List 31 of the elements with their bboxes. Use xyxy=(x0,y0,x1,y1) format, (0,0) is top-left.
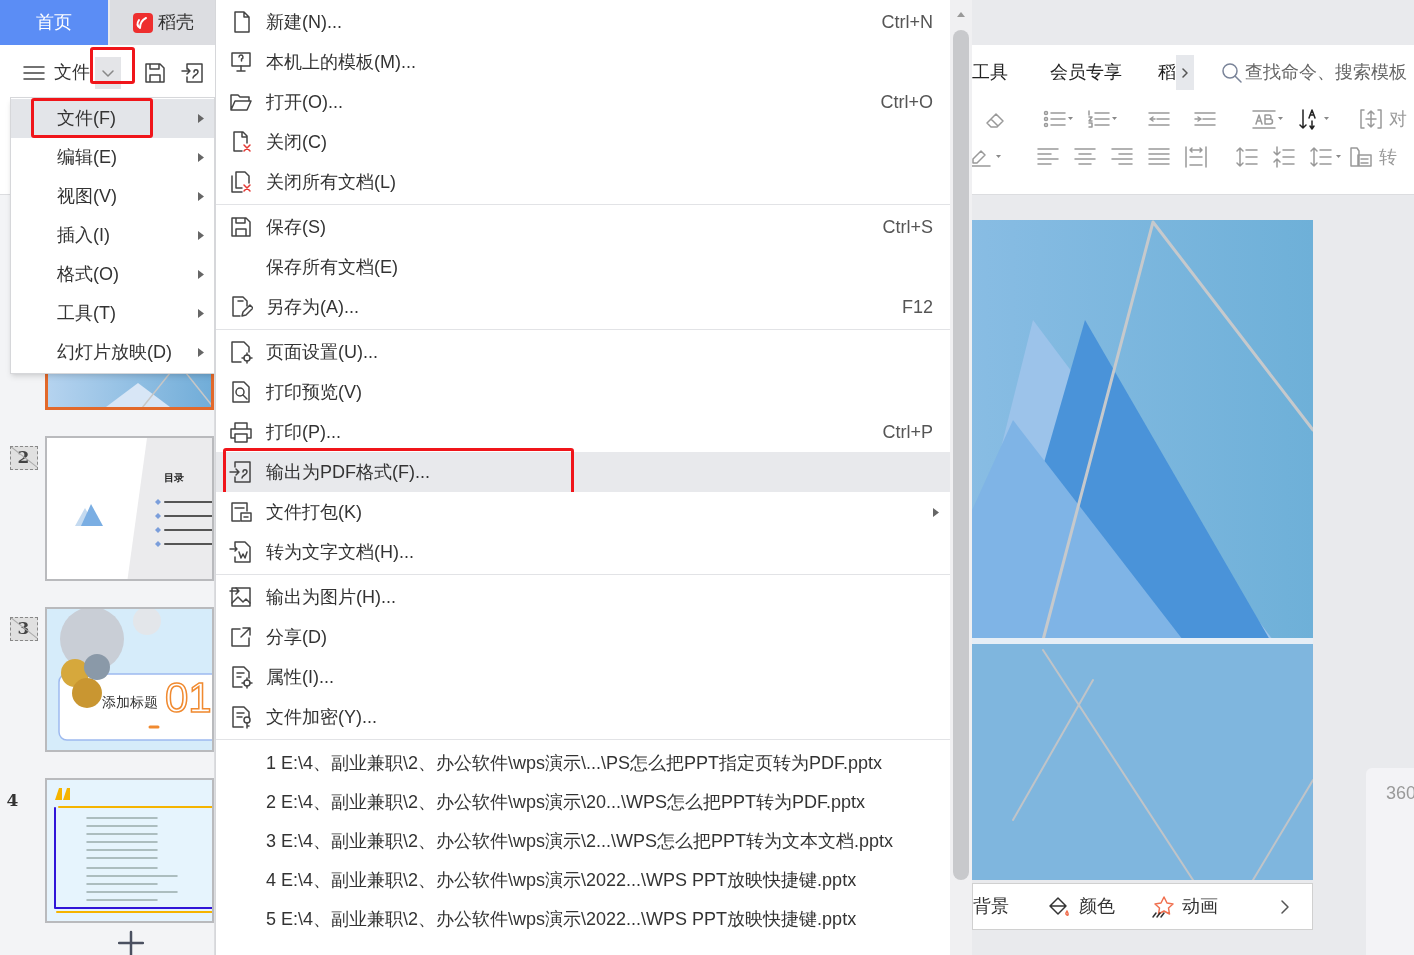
slide-toolbar-button[interactable]: 背景 xyxy=(973,893,1009,920)
recent-file-item[interactable]: 3 E:\4、副业兼职\2、办公软件\wps演示\2...\WPS怎么把PPT转为文本文档.pptx xyxy=(216,822,951,861)
recent-file-item[interactable]: 1 E:\4、副业兼职\2、办公软件\wps演示\...\PS怎么把PPT指定页转为PDF.pptx xyxy=(216,744,951,783)
convert-label: 转 xyxy=(1379,145,1397,169)
menu-item[interactable]: 工具(T) xyxy=(11,294,214,333)
menu-item[interactable]: 文件(F) xyxy=(11,99,214,138)
menu-item[interactable]: 编辑(E) xyxy=(11,138,214,177)
recent-file-item[interactable]: 4 E:\4、副业兼职\2、办公软件\wps演示\2022...\WPS PPT放映快捷键.pptx xyxy=(216,861,951,900)
slide-title: 目录 xyxy=(164,471,184,485)
slide-toolbar-button[interactable]: 动画 xyxy=(1150,893,1218,920)
slide-title: 添加标题 xyxy=(102,693,158,712)
hidden-slide-number: 2 xyxy=(9,446,38,470)
hidden-slide-number: 3 xyxy=(9,617,38,641)
ribbon-tab[interactable]: 会员专享 xyxy=(1050,59,1122,86)
menu-item[interactable]: 格式(O) xyxy=(11,255,214,294)
recent-file-item[interactable]: 2 E:\4、副业兼职\2、办公软件\wps演示\20...\WPS怎么把PPT转为PDF.pptx xyxy=(216,783,951,822)
ribbon-tab[interactable]: 稻 xyxy=(1158,59,1176,86)
recent-file-item[interactable]: 5 E:\4、副业兼职\2、办公软件\wps演示\2022...\WPS PPT放映快捷键.pptx xyxy=(216,900,951,939)
menu-item[interactable]: 幻灯片放映(D) xyxy=(11,333,214,372)
ribbon-tab[interactable]: 工具 xyxy=(972,59,1008,86)
slide-toolbar-button[interactable]: 颜色 xyxy=(1047,893,1115,920)
slide-thumbnail[interactable]: 添加标题 01 xyxy=(45,607,214,752)
search-field[interactable]: 查找命令、搜索模板 xyxy=(1221,59,1410,86)
menu-item[interactable]: 插入(I) xyxy=(11,216,214,255)
slide-number-label: 01 xyxy=(165,677,212,719)
file-menu-button[interactable]: 文件 xyxy=(54,59,90,86)
slide-number: 4 xyxy=(6,789,19,810)
slide-thumbnail[interactable]: 目录 xyxy=(45,436,214,581)
menu-item[interactable]: 视图(V) xyxy=(11,177,214,216)
align-label: 对 xyxy=(1389,107,1407,131)
tab[interactable]: 稻壳 xyxy=(110,0,215,45)
